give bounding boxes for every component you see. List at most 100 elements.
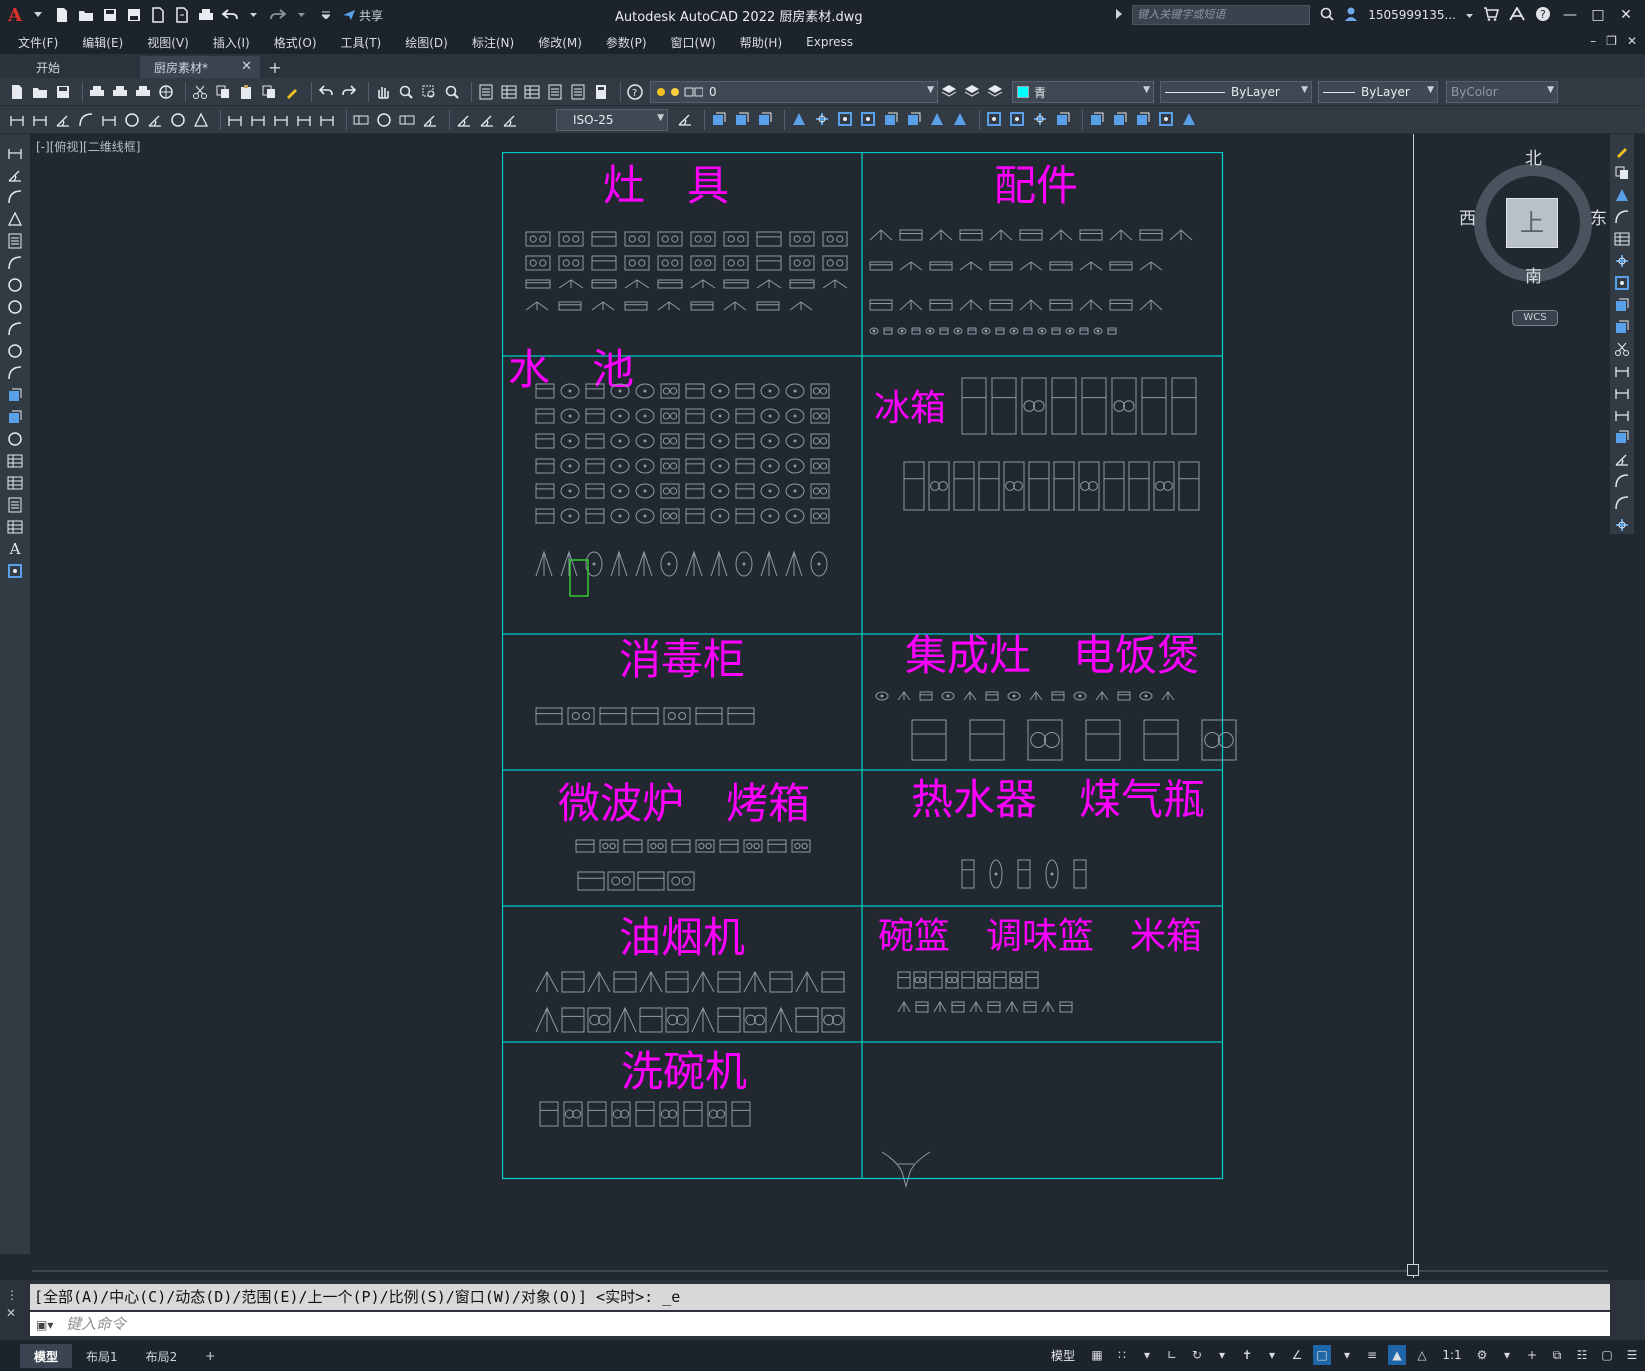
copy-icon[interactable] (1613, 164, 1631, 182)
redo-dropdown-icon[interactable] (294, 7, 310, 23)
tab-start[interactable]: 开始 (0, 56, 140, 78)
polygon-icon[interactable] (6, 210, 24, 228)
extend-icon[interactable] (951, 110, 969, 128)
join-icon[interactable] (1613, 428, 1631, 446)
wcs-menu[interactable]: WCS (1512, 310, 1558, 326)
polar-dropdown-icon[interactable]: ▾ (1213, 1345, 1231, 1365)
compass-north[interactable]: 北 (1525, 144, 1542, 169)
redo-icon[interactable] (270, 7, 286, 23)
units-icon[interactable]: ⧉ (1548, 1345, 1566, 1365)
jogged-dimension-icon[interactable] (146, 111, 164, 129)
clean-screen-icon[interactable]: ▢ (1598, 1345, 1616, 1365)
line-icon[interactable] (6, 144, 24, 162)
scale-icon[interactable] (1613, 296, 1631, 314)
menu-help[interactable]: 帮助(H) (740, 34, 782, 51)
tolerance-icon[interactable] (352, 111, 370, 129)
save-as-icon[interactable] (126, 7, 142, 23)
properties-icon[interactable] (477, 83, 495, 101)
doc-restore-button[interactable]: ❐ (1606, 34, 1617, 48)
menu-view[interactable]: 视图(V) (147, 34, 189, 51)
hatch-icon[interactable] (6, 452, 24, 470)
rectangle-icon[interactable] (6, 232, 24, 250)
rotate-icon[interactable] (836, 110, 854, 128)
attribute-icon[interactable] (1157, 110, 1175, 128)
plot-icon[interactable] (198, 7, 214, 23)
chamfer-icon[interactable] (1008, 110, 1026, 128)
command-line-grip[interactable]: ⋮ ✕ (6, 1286, 18, 1322)
chamfer-icon[interactable] (1613, 450, 1631, 468)
table-icon[interactable] (6, 518, 24, 536)
menu-format[interactable]: 格式(O) (274, 34, 317, 51)
object-snap-tracking-icon[interactable]: ∠ (1288, 1345, 1306, 1365)
ellipse-arc-icon[interactable] (6, 364, 24, 382)
menu-tools[interactable]: 工具(T) (341, 34, 382, 51)
polyline-icon[interactable] (6, 188, 24, 206)
move-icon[interactable] (813, 110, 831, 128)
linear-dimension-icon[interactable] (31, 111, 49, 129)
workspace-dropdown-icon[interactable]: ▾ (1498, 1345, 1516, 1365)
user-dropdown-icon[interactable] (1466, 8, 1473, 22)
grid-icon[interactable]: ▦ (1088, 1345, 1106, 1365)
copy-icon[interactable] (214, 83, 232, 101)
minimize-button[interactable]: — (1561, 7, 1579, 23)
gradient-icon[interactable] (6, 474, 24, 492)
linetype-dropdown[interactable]: ByLayer ▼ (1160, 81, 1312, 103)
point-icon[interactable] (6, 430, 24, 448)
object-snap-icon[interactable]: □ (1313, 1345, 1331, 1365)
quick-dimension-icon[interactable] (8, 111, 26, 129)
plot-preview-icon[interactable] (111, 83, 129, 101)
close-tab-icon[interactable]: ✕ (241, 59, 252, 74)
viewcube-top-face[interactable]: 上 (1506, 198, 1558, 248)
stretch-icon[interactable] (1613, 318, 1631, 336)
baseline-icon[interactable] (249, 111, 267, 129)
layer-previous-icon[interactable] (963, 82, 981, 100)
command-input[interactable]: 键入命令 (30, 1312, 1610, 1336)
match-properties-icon[interactable] (283, 83, 301, 101)
xref-icon[interactable] (1180, 110, 1198, 128)
copy-base-icon[interactable] (260, 83, 278, 101)
customize-qat-icon[interactable] (318, 7, 334, 23)
plot-icon[interactable] (88, 83, 106, 101)
compass-west[interactable]: 西 (1459, 204, 1476, 229)
object-snap-dropdown-icon[interactable]: ▾ (1338, 1345, 1356, 1365)
snap-dropdown-icon[interactable]: ▾ (1138, 1345, 1156, 1365)
quick-properties-icon[interactable]: ☷ (1573, 1345, 1591, 1365)
break-at-point-icon[interactable] (1613, 384, 1631, 402)
drawing-canvas[interactable]: [-][俯视][二维线框] 灶 具 配件水 池冰箱 消毒柜 集成灶 电饭煲 微波炉 烤箱… (32, 134, 1608, 1278)
menu-insert[interactable]: 插入(I) (213, 34, 250, 51)
undo-dropdown-icon[interactable] (246, 7, 262, 23)
menu-window[interactable]: 窗口(W) (671, 34, 716, 51)
isolate-icon[interactable] (710, 110, 728, 128)
redo-icon[interactable] (340, 83, 358, 101)
add-icon[interactable]: + (1523, 1345, 1541, 1365)
block-insert-icon[interactable] (1088, 110, 1106, 128)
zoom-realtime-icon[interactable] (397, 83, 415, 101)
layout-tab-model[interactable]: 模型 (20, 1344, 73, 1368)
arc-icon[interactable] (6, 254, 24, 272)
paste-icon[interactable] (237, 83, 255, 101)
lineweight-dropdown[interactable]: ByLayer ▼ (1318, 81, 1438, 103)
app-menu-button[interactable]: A (8, 5, 22, 26)
layout-tab-layout2[interactable]: 布局2 (132, 1344, 192, 1368)
sheet-set-icon[interactable] (546, 83, 564, 101)
save-icon[interactable] (54, 83, 72, 101)
close-button[interactable]: ✕ (1617, 7, 1635, 23)
explode-icon[interactable] (1031, 110, 1049, 128)
blend-curves-icon[interactable] (1613, 494, 1631, 512)
zoom-window-icon[interactable] (420, 83, 438, 101)
mirror-icon[interactable] (790, 110, 808, 128)
new-file-icon[interactable] (8, 83, 26, 101)
dimedit-icon[interactable] (455, 111, 473, 129)
compass-south[interactable]: 南 (1525, 262, 1542, 287)
undo-icon[interactable] (221, 7, 238, 23)
cart-icon[interactable] (1483, 6, 1499, 24)
spline-icon[interactable] (6, 320, 24, 338)
fillet-icon[interactable] (1613, 472, 1631, 490)
zoom-previous-icon[interactable] (443, 83, 461, 101)
menu-modify[interactable]: 修改(M) (538, 34, 582, 51)
construction-line-icon[interactable] (6, 166, 24, 184)
help-icon[interactable]: ? (626, 83, 644, 101)
layer-walk-icon[interactable] (986, 82, 1004, 100)
trim-icon[interactable] (928, 110, 946, 128)
tab-active-document[interactable]: 厨房素材* ✕ (140, 56, 260, 78)
